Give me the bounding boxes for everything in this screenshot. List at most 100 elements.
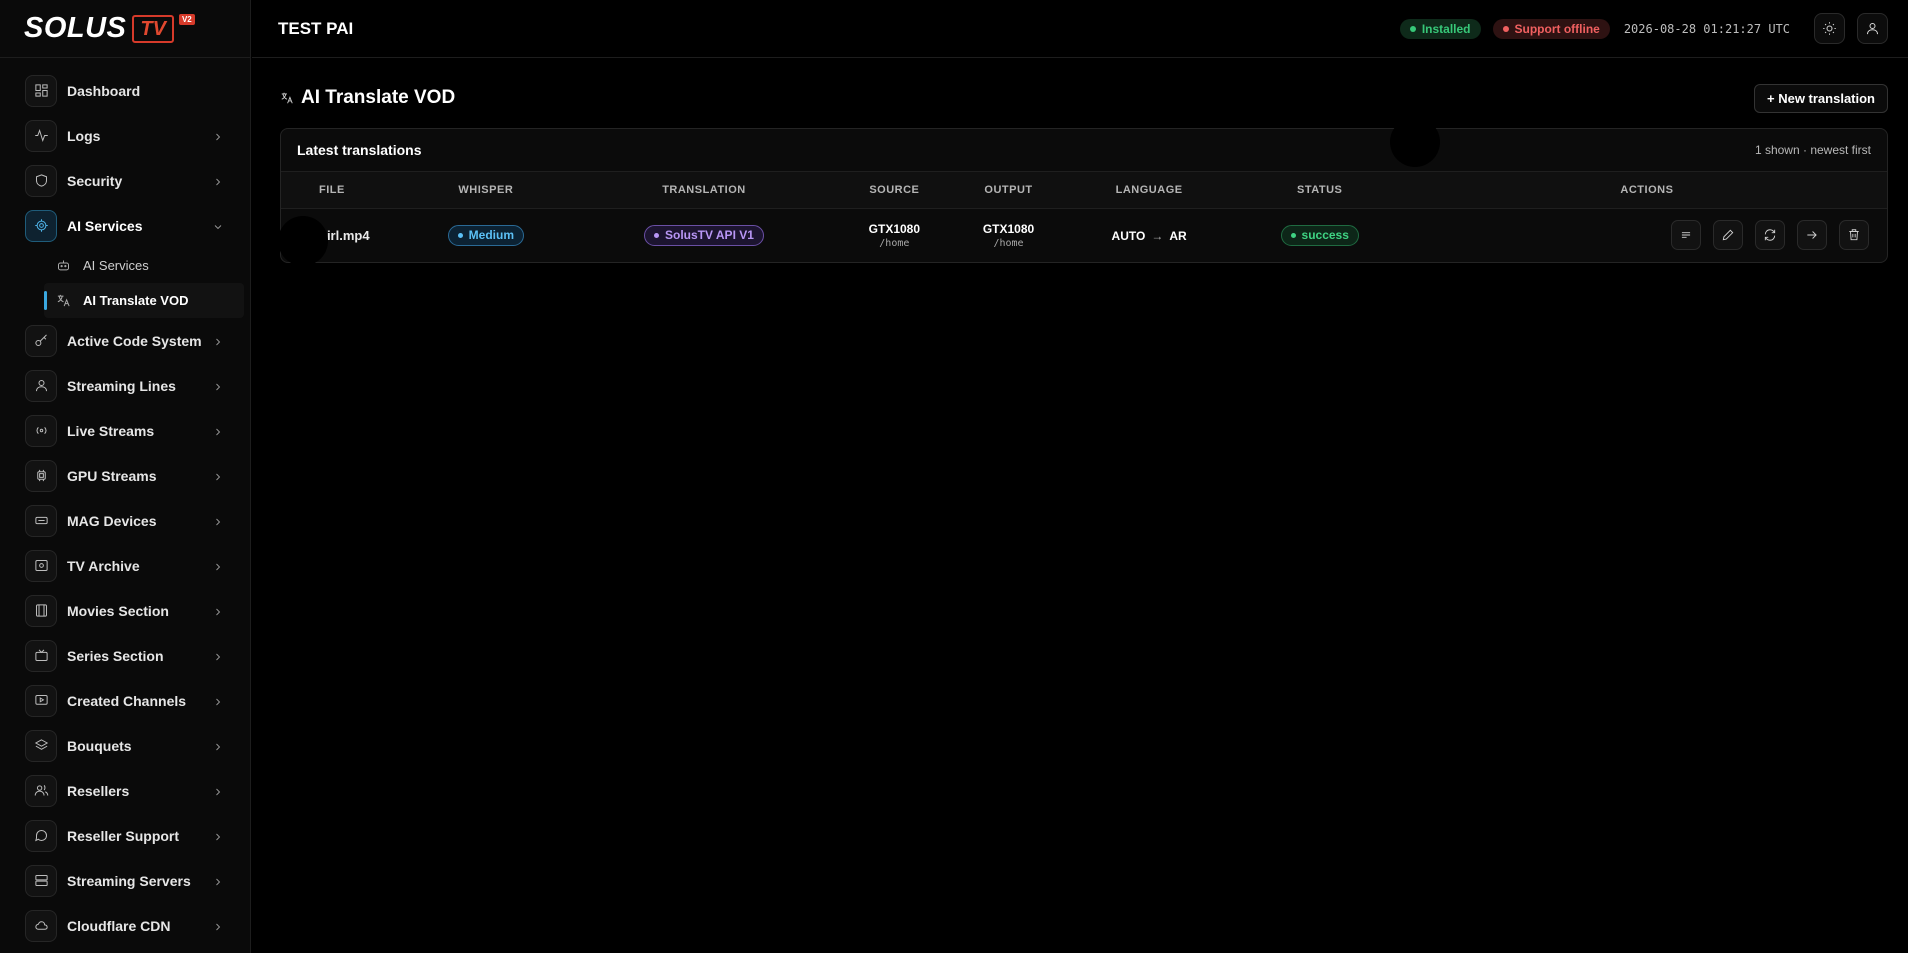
chevron-right-icon xyxy=(212,560,224,572)
chevron-right-icon xyxy=(212,335,224,347)
column-header-status[interactable]: STATUS xyxy=(1232,172,1407,209)
sidebar-subitem-ai-services[interactable]: AI Services xyxy=(0,248,250,283)
retry-button[interactable] xyxy=(1755,220,1785,251)
sidebar-item-tv-archive[interactable]: TV Archive xyxy=(0,543,250,588)
sidebar-item-label: Active Code System xyxy=(67,332,202,349)
sidebar-item-reseller-support[interactable]: Reseller Support xyxy=(0,813,250,858)
chevron-right-icon xyxy=(212,740,224,752)
column-header-source[interactable]: SOURCE xyxy=(837,172,952,209)
sidebar-item-label: Live Streams xyxy=(67,422,155,439)
film-icon xyxy=(25,594,57,627)
card-meta: 1 shown · newest first xyxy=(1754,143,1871,157)
translations-table: FILE WHISPER TRANSLATION SOURCE OUTPUT L… xyxy=(281,172,1887,262)
sidebar-item-gpu-streams[interactable]: GPU Streams xyxy=(0,453,250,498)
sidebar-item-series-section[interactable]: Series Section xyxy=(0,633,250,678)
column-header-whisper[interactable]: WHISPER xyxy=(401,172,571,209)
chevron-right-icon xyxy=(212,470,224,482)
device-icon xyxy=(25,504,57,537)
users-icon xyxy=(25,774,57,807)
arrow-right-icon xyxy=(1807,231,1817,240)
open-output-button[interactable] xyxy=(1797,220,1827,251)
table-row[interactable]: girl.mp4 Medium SolusTV API V1 GTX1080 /… xyxy=(281,208,1887,262)
page-title: AI Translate VOD xyxy=(280,87,1754,109)
chevron-right-icon xyxy=(212,650,224,662)
column-header-file[interactable]: FILE xyxy=(281,172,401,209)
brand-logo[interactable]: SOLUS TV V2 xyxy=(0,0,250,58)
sidebar-item-movies-section[interactable]: Movies Section xyxy=(0,588,250,633)
chevron-right-icon xyxy=(212,695,224,707)
layers-icon xyxy=(25,729,57,762)
column-header-output[interactable]: OUTPUT xyxy=(951,172,1066,209)
dashboard-icon xyxy=(25,74,57,107)
theme-toggle-button[interactable] xyxy=(1814,13,1845,44)
sidebar-item-bouquets[interactable]: Bouquets xyxy=(0,723,250,768)
edit-button[interactable] xyxy=(1713,220,1743,251)
user-icon xyxy=(1867,23,1878,35)
key-icon xyxy=(25,324,57,357)
sidebar-item-logs[interactable]: Logs xyxy=(0,113,250,158)
sidebar-item-label: Streaming Lines xyxy=(67,377,176,394)
server-clock: 2026-08-28 01:21:27 UTC xyxy=(1623,21,1790,36)
sidebar-item-label: GPU Streams xyxy=(67,467,157,484)
chevron-right-icon xyxy=(212,785,224,797)
sidebar-item-security[interactable]: Security xyxy=(0,158,250,203)
top-header: TEST PAI Installed Support offline 2026-… xyxy=(252,0,1908,58)
delete-button[interactable] xyxy=(1839,220,1869,251)
sidebar-item-label: Reseller Support xyxy=(67,827,180,844)
output-path: /home xyxy=(993,237,1024,249)
sidebar-item-ai-services[interactable]: AI Services xyxy=(0,203,250,248)
robot-icon xyxy=(58,260,69,271)
column-header-translation[interactable]: TRANSLATION xyxy=(570,172,838,209)
cell-status: success xyxy=(1233,208,1407,262)
user-menu-button[interactable] xyxy=(1857,13,1888,44)
chevron-right-icon xyxy=(212,515,224,527)
new-translation-button[interactable]: + New translation xyxy=(1754,83,1888,113)
chevron-right-icon xyxy=(212,425,224,437)
tv-icon xyxy=(25,639,57,672)
status-badge: success xyxy=(1280,224,1359,246)
sidebar-item-streaming-lines[interactable]: Streaming Lines xyxy=(0,363,250,408)
sidebar-item-label: MAG Devices xyxy=(67,512,157,529)
sidebar-item-label: Streaming Servers xyxy=(67,872,191,889)
sidebar-item-label: Dashboard xyxy=(67,82,141,99)
sidebar-item-label: Series Section xyxy=(67,647,164,664)
refresh-icon xyxy=(1764,229,1776,241)
sidebar-item-dashboard[interactable]: Dashboard xyxy=(0,68,250,113)
whisper-model-badge: Medium xyxy=(447,224,525,246)
sidebar-item-label: Security xyxy=(67,172,123,189)
sidebar-item-label: Logs xyxy=(67,127,101,144)
sidebar-item-cloudflare-cdn[interactable]: Cloudflare CDN xyxy=(0,903,250,948)
sidebar-nav: Dashboard Logs Security AI Services AI S… xyxy=(0,58,250,948)
cell-actions xyxy=(1407,208,1887,262)
card-title: Latest translations xyxy=(297,142,422,158)
sidebar-item-active-code-system[interactable]: Active Code System xyxy=(0,318,250,363)
sidebar-item-label: Cloudflare CDN xyxy=(67,917,171,934)
sidebar-item-created-channels[interactable]: Created Channels xyxy=(0,678,250,723)
translation-engine-badge: SolusTV API V1 xyxy=(644,224,764,246)
sidebar-subitem-ai-translate-vod[interactable]: AI Translate VOD xyxy=(44,283,244,318)
sidebar-item-label: Bouquets xyxy=(67,737,132,754)
chevron-right-icon xyxy=(212,380,224,392)
column-header-language[interactable]: LANGUAGE xyxy=(1065,172,1233,209)
card-header: Latest translations 1 shown · newest fir… xyxy=(281,129,1887,172)
user-icon xyxy=(25,369,57,402)
brand-version-badge: V2 xyxy=(178,14,195,25)
table-header-row: FILE WHISPER TRANSLATION SOURCE OUTPUT L… xyxy=(281,172,1887,209)
brand-tv: TV xyxy=(132,14,174,43)
overlay-blob xyxy=(1390,117,1440,167)
sidebar-item-label: Movies Section xyxy=(67,602,169,619)
archive-icon xyxy=(25,549,57,582)
sidebar-item-resellers[interactable]: Resellers xyxy=(0,768,250,813)
page-head: AI Translate VOD + New translation xyxy=(280,58,1888,138)
chevron-right-icon xyxy=(212,175,224,187)
page-header-title: TEST PAI xyxy=(278,18,354,38)
view-log-button[interactable] xyxy=(1671,220,1701,251)
sidebar-item-streaming-servers[interactable]: Streaming Servers xyxy=(0,858,250,903)
sun-icon xyxy=(1823,22,1836,35)
sidebar-item-mag-devices[interactable]: MAG Devices xyxy=(0,498,250,543)
message-icon xyxy=(25,819,57,852)
activity-icon xyxy=(25,119,57,152)
translations-card: Latest translations 1 shown · newest fir… xyxy=(280,128,1888,263)
sidebar-item-live-streams[interactable]: Live Streams xyxy=(0,408,250,453)
cell-source: GTX1080 /home xyxy=(837,208,951,262)
